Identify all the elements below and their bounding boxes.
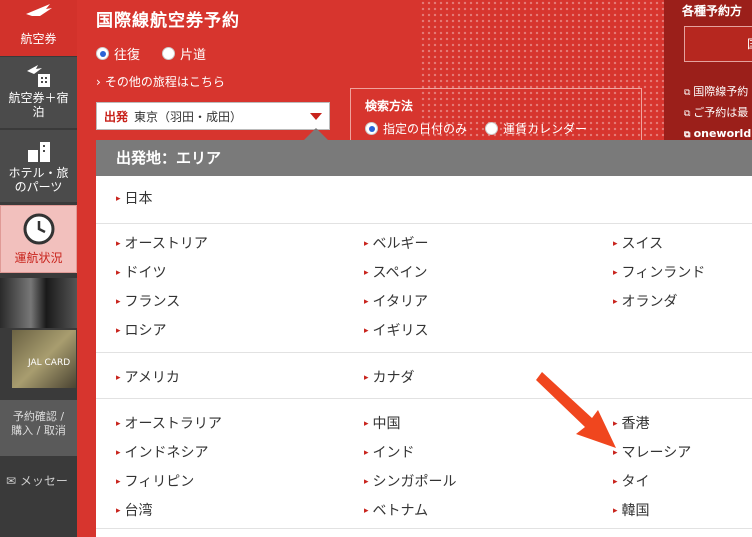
external-link[interactable]: 国際線予約 [684, 82, 751, 103]
plane-hotel-icon [26, 65, 50, 87]
region-americas: アメリカ カナダ [96, 353, 752, 399]
radio-dot[interactable] [96, 47, 109, 60]
blurred-banner [0, 278, 77, 328]
region-europe: オーストリア ベルギー スイス ドイツ スペイン フィンランド フランス イタリ… [96, 224, 752, 353]
area-option[interactable]: 日本 [116, 188, 153, 208]
radio-dot[interactable] [485, 122, 499, 135]
radio-label: 往復 [114, 48, 141, 63]
mail-icon: ✉ [6, 474, 20, 488]
search-method-title: 検索方法 [365, 99, 414, 113]
area-option[interactable]: ベトナム [364, 500, 429, 520]
crane-logo-icon [25, 4, 52, 16]
departure-value: 東京（羽田・成田） [134, 109, 243, 124]
annotation-arrow-icon [536, 372, 616, 448]
page-title: 国際線航空券予約 [96, 11, 240, 31]
jal-card-banner[interactable]: JAL CARD [12, 330, 76, 388]
booking-label: 予約確認 / 購入 / 取消 [11, 410, 66, 437]
sidebar-item-label: ホテル・旅のパーツ [8, 166, 69, 194]
radio-label: 片道 [180, 48, 207, 63]
sidebar-item-flight-hotel[interactable]: 航空券＋宿泊 [0, 57, 77, 128]
area-option[interactable]: フィンランド [613, 262, 706, 282]
radio-label: 運賃カレンダー [503, 122, 588, 136]
message-label: メッセー [19, 474, 68, 488]
area-option[interactable]: アメリカ [116, 367, 180, 387]
right-panel-button[interactable]: 国 [684, 26, 752, 62]
area-option[interactable]: フランス [116, 291, 181, 311]
radio-label: 指定の日付のみ [383, 122, 468, 136]
trip-type-radios: 往復 片道 [96, 44, 206, 63]
sidebar-item-label: 運航状況 [14, 251, 63, 265]
sidebar-item-flight-status[interactable]: 運航状況 [0, 205, 77, 273]
area-option[interactable]: オーストラリア [116, 413, 222, 433]
area-option[interactable]: スペイン [364, 262, 428, 282]
radio-dot[interactable] [365, 122, 378, 135]
chevron-down-icon[interactable] [310, 113, 322, 120]
area-option[interactable]: オーストリア [116, 233, 208, 253]
area-option[interactable]: カナダ [364, 367, 415, 387]
region-japan: 日本 [96, 176, 752, 224]
search-specified-date-radio[interactable]: 指定の日付のみ [365, 120, 467, 137]
dropdown-pointer [304, 128, 328, 140]
right-panel: 各種予約方 国 国際線予約 ご予約は最 oneworld [664, 0, 752, 140]
area-option[interactable]: イタリア [364, 291, 428, 311]
other-itinerary-link[interactable]: その他の旅程はこちら [96, 73, 225, 90]
external-link[interactable]: ご予約は最 [684, 103, 751, 124]
booking-manage-link[interactable]: 予約確認 / 購入 / 取消 [0, 400, 77, 456]
area-option[interactable]: ドイツ [116, 262, 167, 282]
area-option[interactable]: イギリス [364, 320, 429, 340]
sidebar-item-label: 航空券 [20, 32, 57, 46]
region-asia-oceania: オーストラリア 中国 香港 インドネシア インド マレーシア フィリピン シンガ… [96, 399, 752, 529]
sidebar-item-hotel[interactable]: ホテル・旅のパーツ [0, 130, 77, 202]
area-option[interactable]: シンガポール [364, 471, 457, 491]
departure-select[interactable]: 出発 東京（羽田・成田） [96, 102, 330, 130]
area-option[interactable]: オランダ [613, 291, 678, 311]
right-panel-title: 各種予約方 [682, 4, 743, 18]
area-option[interactable]: インドネシア [116, 442, 209, 462]
dropdown-header: 出発地：エリア [96, 140, 752, 176]
sidebar-item-label: 航空券＋宿泊 [8, 91, 69, 119]
hotel-luggage-icon [27, 142, 50, 162]
area-option[interactable]: ロシア [116, 320, 167, 340]
message-link[interactable]: ✉ メッセー [0, 468, 77, 496]
area-option[interactable]: 台湾 [116, 500, 153, 520]
trip-roundtrip-radio[interactable]: 往復 [96, 44, 140, 63]
area-option[interactable]: タイ [613, 471, 650, 491]
radio-dot[interactable] [162, 47, 176, 60]
right-panel-button-label: 国 [747, 37, 752, 51]
area-option[interactable]: フィリピン [116, 471, 195, 491]
trip-oneway-radio[interactable]: 片道 [162, 44, 206, 63]
area-dropdown: 日本 オーストリア ベルギー スイス ドイツ スペイン フィンランド フランス … [96, 176, 752, 537]
area-option[interactable]: スイス [613, 233, 664, 253]
right-panel-links: 国際線予約 ご予約は最 oneworld [684, 82, 751, 145]
card-label: JAL CARD [28, 358, 71, 368]
clock-icon [23, 213, 54, 245]
area-option[interactable]: 韓国 [613, 500, 650, 520]
search-fare-calendar-radio[interactable]: 運賃カレンダー [485, 120, 587, 137]
search-method-box: 検索方法 指定の日付のみ 運賃カレンダー [350, 88, 642, 148]
area-option[interactable]: インド [364, 442, 415, 462]
sidebar: 航空券 航空券＋宿泊 ホテル・旅のパーツ 運航状況 JAL CARD 予約確認 … [0, 0, 77, 537]
area-option[interactable]: ベルギー [364, 233, 429, 253]
sidebar-item-flight[interactable]: 航空券 [0, 0, 77, 56]
area-option[interactable]: 中国 [364, 413, 401, 433]
departure-label: 出発 [104, 109, 129, 124]
